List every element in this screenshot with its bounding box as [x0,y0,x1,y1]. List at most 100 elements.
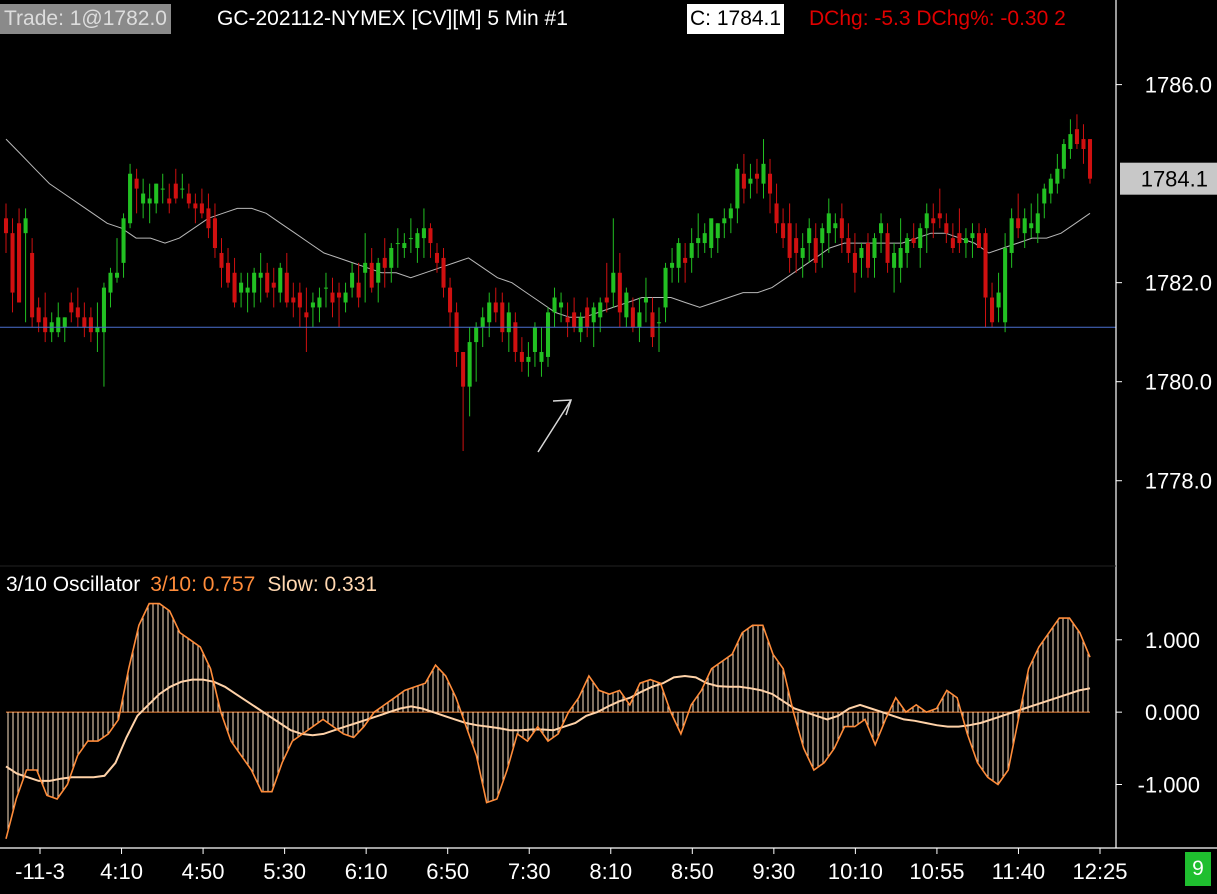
candle-body [43,317,48,333]
candle-body [245,287,250,293]
time-tick-label: 10:55 [909,859,964,884]
candle-body [1087,139,1093,179]
candle-body [1035,213,1040,234]
candle-body [617,272,622,313]
candle-body [134,178,139,189]
candle-body [206,208,211,229]
oscillator-header: 3/10 Oscillator 3/10: 0.757 Slow: 0.331 [6,570,377,600]
candle-body [683,257,688,263]
candle-body [787,223,792,258]
candle-body [121,218,126,263]
candle-body [585,307,590,328]
candle-body [330,292,335,303]
candle-body [545,312,551,357]
candle-body [487,302,492,323]
candle-body [160,188,165,190]
candle-body [807,228,812,244]
candle-body [970,233,975,239]
chart-area[interactable]: 1786.0 1782.0 1780.0 1778.0 1784.1 1.000 0.000… [0,0,1217,889]
candle-body [996,292,1001,308]
candle-body [852,252,857,273]
candle-body [441,257,446,288]
symbol-label: GC-202112-NYMEX [CV][M] 5 Min #1 [217,7,568,30]
candle-body [637,312,642,328]
candle-body [17,223,22,303]
candle-body [826,213,831,234]
candle-body [722,218,727,224]
candle-body [421,228,426,239]
candle-body [147,198,152,204]
candle-body [23,218,28,234]
candle-body [865,243,871,268]
candle-body [278,267,283,293]
candle-body [885,233,890,263]
candle-body [337,292,342,298]
candle-body [101,287,106,333]
time-tick-label: 10:10 [828,859,883,884]
candle-body [676,243,681,268]
oscillator-histogram [7,603,1089,831]
candle-body [434,252,440,263]
candle-body [108,272,113,293]
candle-body [186,193,191,204]
candle-body [905,238,910,253]
price-tick-label: 1778.0 [1145,469,1212,494]
candle-body [728,208,733,219]
candle-body [154,183,159,204]
candle-body [526,356,531,362]
time-tick-label: -11-3 [15,859,65,884]
oscillator-tick-label: -1.000 [1138,773,1200,798]
candle-body [741,173,746,189]
corner-badge[interactable]: 9 [1185,852,1211,886]
candle-body [82,317,87,328]
candle-body [56,317,61,333]
candle-body [670,262,675,268]
candle-body [767,173,773,194]
time-tick-label: 9:30 [752,859,795,884]
candle-body [167,198,172,204]
candle-body [3,218,9,234]
candle-body [343,292,348,303]
time-tick-label: 4:10 [100,859,143,884]
candle-body [833,223,838,229]
candle-body [88,317,93,333]
candle-body [212,218,217,249]
candle-body [963,238,968,244]
candle-body [258,272,263,278]
candle-body [598,302,603,318]
candle-body [448,287,453,313]
candle-body [265,272,270,293]
candle-body [650,312,655,338]
candle-body [310,302,315,308]
candle-body [774,203,779,224]
candle-body [1068,134,1073,149]
time-tick-label: 12:25 [1072,859,1127,884]
time-tick-label: 8:10 [589,859,632,884]
candle-body [95,327,100,333]
candle-body [696,238,701,244]
current-price-label: 1784.1 [1141,167,1208,192]
candle-body [363,262,368,273]
candle-body [990,297,995,323]
candle-body [428,228,433,244]
time-tick-label: 7:30 [508,859,551,884]
trade-label: Trade: 1@1782.0 [0,4,171,34]
candle-body [225,262,231,283]
time-tick-label: 8:50 [671,859,714,884]
candle-body [36,307,41,323]
candle-body [297,292,302,308]
chart-canvas[interactable]: 1786.0 1782.0 1780.0 1778.0 1784.1 1.000 0.000… [0,0,1217,889]
candle-body [937,213,942,219]
price-tick-label: 1780.0 [1145,370,1212,395]
candle-body [898,248,903,268]
candle-body [630,307,635,328]
candle-body [1022,218,1027,234]
candle-body [794,238,799,253]
candle-body [643,297,648,303]
candle-body [369,262,374,288]
candle-body [976,233,982,249]
candle-body [356,282,361,298]
candle-body [506,312,511,333]
candle-body [395,243,400,245]
candle-body [173,183,178,199]
